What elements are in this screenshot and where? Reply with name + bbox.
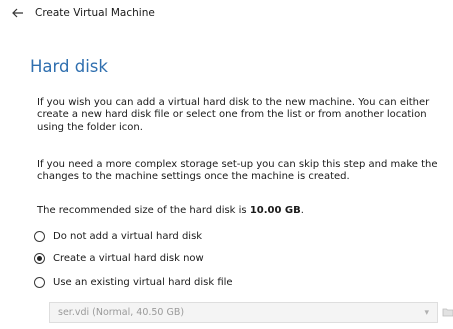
folder-icon bbox=[442, 308, 453, 317]
option-existing-disk[interactable]: Use an existing virtual hard disk file bbox=[34, 277, 233, 288]
title-bar: Create Virtual Machine bbox=[10, 5, 155, 21]
chevron-down-icon: ▾ bbox=[424, 307, 429, 318]
recommended-size-prefix: The recommended size of the hard disk is bbox=[37, 205, 250, 216]
radio-no-disk[interactable] bbox=[34, 231, 45, 242]
create-vm-dialog: Create Virtual Machine Hard disk If you … bbox=[0, 0, 453, 329]
existing-disk-select[interactable]: ser.vdi (Normal, 40.50 GB) ▾ bbox=[49, 302, 438, 323]
arrow-left-icon bbox=[12, 8, 23, 18]
radio-existing-disk[interactable] bbox=[34, 277, 45, 288]
option-create-disk-label: Create a virtual hard disk now bbox=[53, 253, 204, 264]
option-no-disk[interactable]: Do not add a virtual hard disk bbox=[34, 231, 202, 242]
page-heading: Hard disk bbox=[30, 57, 108, 76]
choose-disk-file-button[interactable] bbox=[442, 304, 453, 320]
option-create-disk[interactable]: Create a virtual hard disk now bbox=[34, 253, 204, 264]
radio-create-disk[interactable] bbox=[34, 253, 45, 264]
storage-paragraph: If you need a more complex storage set-u… bbox=[37, 159, 438, 183]
window-title: Create Virtual Machine bbox=[35, 7, 155, 19]
option-existing-disk-label: Use an existing virtual hard disk file bbox=[53, 277, 233, 288]
intro-paragraph: If you wish you can add a virtual hard d… bbox=[37, 97, 430, 133]
existing-disk-select-value: ser.vdi (Normal, 40.50 GB) bbox=[58, 307, 185, 318]
radio-selected-dot bbox=[37, 256, 42, 261]
option-no-disk-label: Do not add a virtual hard disk bbox=[53, 231, 203, 242]
recommended-size-text: The recommended size of the hard disk is… bbox=[37, 205, 452, 217]
back-button[interactable] bbox=[10, 5, 26, 21]
recommended-size-value: 10.00 GB bbox=[249, 205, 301, 216]
recommended-size-suffix: . bbox=[300, 205, 304, 216]
